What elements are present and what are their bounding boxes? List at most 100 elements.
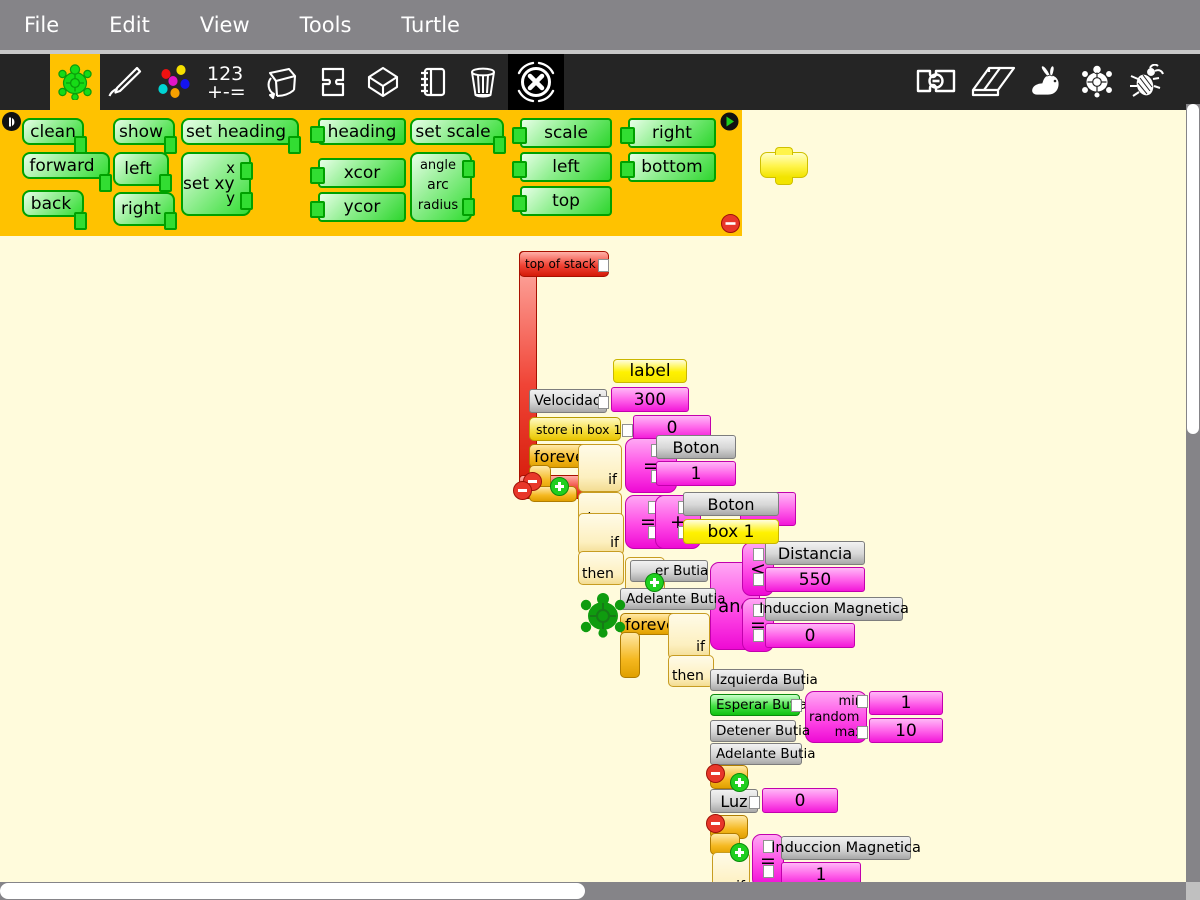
- block-if-2-then-arm[interactable]: then: [578, 551, 624, 585]
- portfolio-palette-icon[interactable]: [408, 54, 458, 110]
- block-random-min-value[interactable]: 1: [869, 691, 943, 715]
- block-random-max-value[interactable]: 10: [869, 718, 943, 743]
- turtle-run-slow-icon[interactable]: [1072, 54, 1122, 110]
- block-detener-butia-1[interactable]: er Butia: [630, 560, 708, 582]
- palette-block-show-label: show: [119, 121, 163, 142]
- palette-block-left-label: left: [124, 159, 152, 179]
- palette-hide-icon[interactable]: [721, 214, 740, 233]
- bug-debug-icon[interactable]: [1122, 54, 1172, 110]
- block-detener-butia-1-label: er Butia: [655, 563, 709, 579]
- menu-view[interactable]: View: [194, 11, 256, 39]
- segment-b-expand-icon[interactable]: [730, 843, 749, 862]
- block-distancia-value[interactable]: 550: [765, 567, 865, 592]
- block-store-in-box-1[interactable]: store in box 1: [529, 417, 621, 441]
- palette-block-xcor-label: xcor: [343, 163, 381, 183]
- menu-bar: File Edit View Tools Turtle: [0, 0, 1200, 50]
- segment-b-collapse-icon[interactable]: [706, 814, 725, 833]
- block-box-1[interactable]: box 1: [683, 519, 779, 544]
- block-boton-1-value-text: 1: [690, 463, 702, 484]
- palette-next-icon[interactable]: [720, 112, 739, 131]
- pen-palette-icon[interactable]: [100, 54, 150, 110]
- menu-file[interactable]: File: [18, 11, 65, 39]
- block-random-label: random: [809, 709, 860, 725]
- extras-palette-icon[interactable]: [358, 54, 408, 110]
- lt-right-plug: [753, 573, 764, 586]
- block-induccion-1-value-text: 0: [804, 625, 816, 646]
- block-boton-2[interactable]: Boton: [683, 492, 779, 516]
- block-esperar-butia[interactable]: Esperar Butia: [710, 694, 807, 716]
- block-random-max-value-text: 10: [895, 720, 917, 741]
- block-if-3-then-label: then: [672, 668, 704, 684]
- block-adelante-butia-2[interactable]: Adelante Butia: [710, 743, 815, 765]
- turtle-sprite[interactable]: [578, 591, 628, 639]
- forever-1-expand-icon[interactable]: [550, 477, 569, 496]
- rabbit-run-fast-icon[interactable]: [1022, 54, 1072, 110]
- set-xy-y-nub: [240, 192, 253, 210]
- menu-turtle[interactable]: Turtle: [395, 11, 466, 39]
- colors-palette-icon[interactable]: [150, 54, 200, 110]
- block-boton-2-label: Boton: [707, 494, 755, 514]
- lt-left-plug: [753, 548, 764, 561]
- block-velocidad-label: Velocidad: [534, 393, 602, 409]
- block-top-of-stack[interactable]: top of stack: [519, 251, 609, 277]
- palette-collapse-icon[interactable]: [2, 112, 21, 131]
- block-induccion-2-value[interactable]: 1: [781, 862, 861, 882]
- stop-button-icon[interactable]: [508, 54, 564, 110]
- block-distancia-label: Distancia: [777, 543, 853, 563]
- block-if-3-then-arm[interactable]: then: [668, 655, 714, 687]
- palette-block-back-label: back: [30, 193, 72, 214]
- block-if-2-then-label: then: [582, 566, 614, 582]
- block-velocidad-value[interactable]: 300: [611, 387, 689, 412]
- block-if-3[interactable]: if: [668, 613, 710, 659]
- block-distancia[interactable]: Distancia: [765, 541, 865, 565]
- palette-block-top-edge-label: top: [552, 191, 580, 211]
- eq4-right-plug: [763, 865, 774, 878]
- vertical-scrollbar[interactable]: [1186, 104, 1200, 882]
- block-izquierda-butia[interactable]: Izquierda Butia: [710, 669, 818, 691]
- block-induccion-2-label: Induccion Magnetica: [771, 840, 921, 856]
- segment-a-collapse-icon[interactable]: [706, 764, 725, 783]
- stack-collapse-icon[interactable]: [513, 481, 532, 500]
- block-luz-1-value[interactable]: 0: [762, 788, 838, 813]
- block-if-1-label: if: [608, 472, 617, 488]
- scrollbar-corner: [1186, 882, 1200, 900]
- block-induccion-1[interactable]: Induccion Magnetica: [759, 597, 909, 621]
- eraser-icon[interactable]: [966, 54, 1022, 110]
- vertical-scrollbar-thumb[interactable]: [1187, 104, 1199, 434]
- menu-tools[interactable]: Tools: [294, 11, 358, 39]
- block-start[interactable]: [760, 152, 808, 178]
- turtle-palette-icon[interactable]: [50, 54, 100, 110]
- block-if-3-label: if: [696, 639, 705, 655]
- hide-blocks-icon[interactable]: [906, 54, 966, 110]
- numbers-palette-icon[interactable]: 123 +-=: [200, 54, 258, 110]
- then-2-expand-icon[interactable]: [645, 573, 664, 592]
- segment-a-expand-icon[interactable]: [730, 773, 749, 792]
- block-induccion-2[interactable]: Induccion Magnetica: [771, 836, 921, 860]
- trash-palette-icon[interactable]: [458, 54, 508, 110]
- flow-palette-icon[interactable]: [258, 54, 308, 110]
- horizontal-scrollbar[interactable]: [0, 882, 1186, 900]
- block-label[interactable]: label: [613, 359, 687, 383]
- blocks-palette-icon[interactable]: [308, 54, 358, 110]
- palette-block-right-label: right: [121, 199, 161, 219]
- palette-block-right-edge-label: right: [652, 123, 692, 143]
- block-boton-1[interactable]: Boton: [656, 435, 736, 459]
- menu-edit[interactable]: Edit: [103, 11, 156, 39]
- velocidad-plug: [598, 396, 609, 409]
- block-induccion-1-value[interactable]: 0: [765, 623, 855, 648]
- horizontal-scrollbar-thumb[interactable]: [0, 883, 585, 899]
- block-detener-butia-2[interactable]: Detener Butia: [710, 720, 810, 742]
- block-adelante-butia-1[interactable]: Adelante Butia: [620, 588, 725, 610]
- block-palette[interactable]: clean forward back show left right set h…: [0, 110, 742, 236]
- block-detener-butia-2-label: Detener Butia: [716, 723, 811, 739]
- eq3-right-plug: [753, 629, 764, 642]
- block-if-1[interactable]: if: [578, 444, 622, 492]
- esperar-plug: [791, 699, 802, 712]
- start-top-notch: [775, 147, 793, 155]
- block-velocidad[interactable]: Velocidad: [529, 389, 607, 413]
- block-if-2[interactable]: if: [578, 513, 624, 555]
- palette-block-bottom-edge-label: bottom: [641, 157, 703, 177]
- block-luz-1-value-text: 0: [794, 790, 806, 811]
- block-boton-1-value[interactable]: 1: [656, 461, 736, 486]
- palette-block-arc-label: arc: [427, 177, 449, 193]
